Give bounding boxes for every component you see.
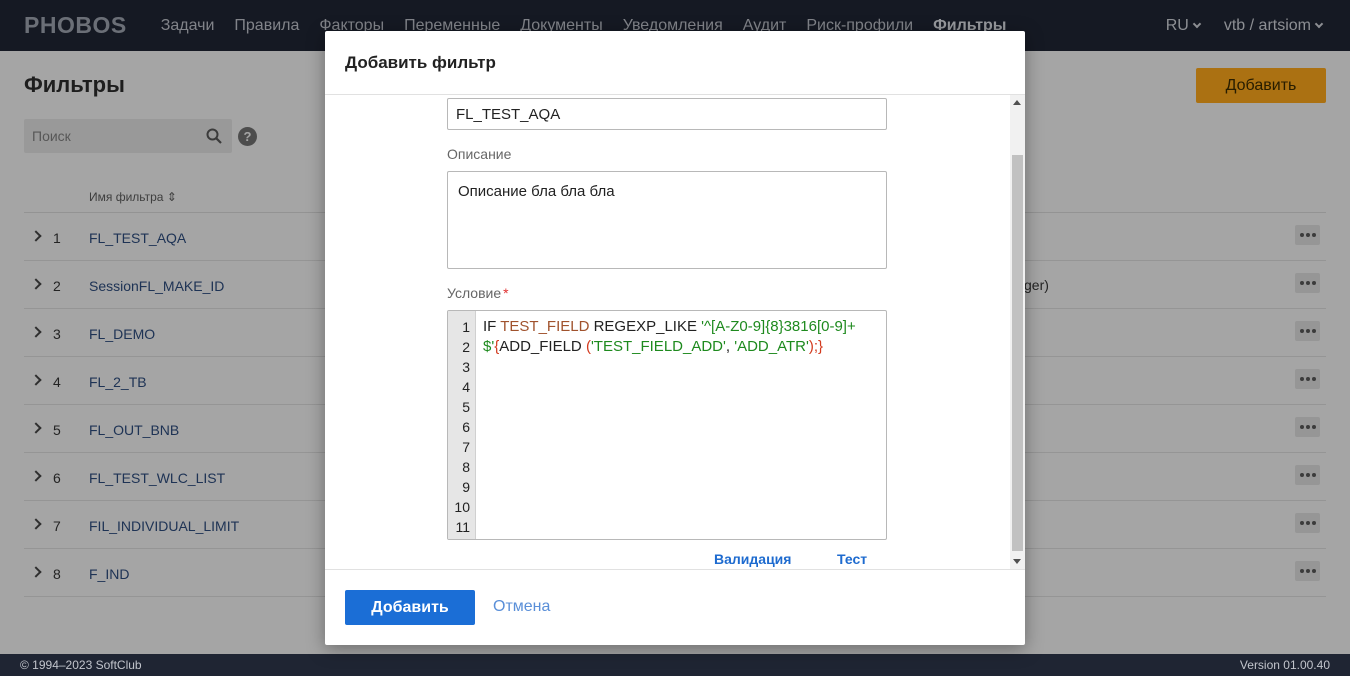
scroll-up-icon[interactable]: [1013, 100, 1021, 105]
scroll-thumb[interactable]: [1012, 155, 1023, 551]
dialog-title: Добавить фильтр: [345, 53, 496, 72]
code-close: );}: [808, 338, 824, 355]
submit-button[interactable]: Добавить: [345, 590, 475, 625]
code-keyword: REGEXP_LIKE: [589, 318, 702, 335]
add-filter-dialog: Добавить фильтр FL_TEST_AQA Описание Опи…: [325, 31, 1025, 645]
line-number: 5: [462, 399, 470, 415]
line-number: 9: [462, 479, 470, 495]
line-number: 8: [462, 459, 470, 475]
description-label: Описание: [447, 146, 512, 162]
line-number: 4: [462, 379, 470, 395]
code-field: TEST_FIELD: [500, 318, 590, 335]
code-comma: ,: [725, 338, 735, 355]
line-number: 10: [454, 499, 470, 515]
footer: © 1994–2023 SoftClub Version 01.00.40: [0, 654, 1350, 676]
copyright: © 1994–2023 SoftClub: [20, 658, 142, 672]
dialog-body: FL_TEST_AQA Описание Описание бла бла бл…: [325, 95, 1011, 569]
condition-code-editor[interactable]: 1 2 3 4 5 6 7 8 9 10 11 IF TEST_FIELD RE…: [447, 310, 887, 540]
test-link[interactable]: Тест: [837, 551, 867, 567]
code-function: ADD_FIELD: [499, 338, 586, 355]
condition-label: Условие *: [447, 285, 509, 301]
line-number: 7: [462, 439, 470, 455]
condition-label-text: Условие: [447, 285, 502, 301]
scroll-down-icon[interactable]: [1013, 559, 1021, 564]
divider: [325, 569, 1025, 570]
required-mark: *: [503, 285, 509, 301]
description-textarea[interactable]: Описание бла бла бла: [447, 171, 887, 269]
validate-link[interactable]: Валидация: [714, 551, 791, 567]
dialog-scrollbar[interactable]: [1010, 95, 1025, 569]
version: Version 01.00.40: [1239, 658, 1330, 672]
line-number: 2: [462, 339, 470, 355]
line-number: 11: [455, 519, 470, 535]
code-string: 'TEST_FIELD_ADD': [590, 338, 726, 355]
code-content[interactable]: IF TEST_FIELD REGEXP_LIKE '^[A-Z0-9]{8}3…: [483, 317, 878, 357]
code-string: 'ADD_ATR': [734, 338, 809, 355]
filter-name-input[interactable]: FL_TEST_AQA: [447, 98, 887, 130]
line-number-gutter: 1 2 3 4 5 6 7 8 9 10 11: [448, 311, 476, 539]
code-keyword: IF: [483, 318, 501, 335]
cancel-button[interactable]: Отмена: [493, 598, 550, 616]
line-number: 3: [462, 359, 470, 375]
line-number: 6: [462, 419, 470, 435]
line-number: 1: [462, 319, 470, 335]
